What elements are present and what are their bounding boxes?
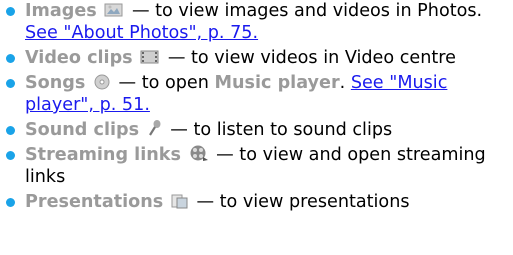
term-images: Images <box>25 1 97 21</box>
list-item-songs: Songs — to open Music player. See "Music… <box>0 72 513 116</box>
term-songs: Songs <box>25 73 86 93</box>
list-item-video-clips: Video clips — to view videos in Video ce… <box>0 47 513 69</box>
bullet-icon <box>6 54 15 63</box>
presentations-icon <box>171 194 188 209</box>
list-item-streaming-links: Streaming links — to view and open strea… <box>0 144 513 188</box>
streaming-links-icon <box>190 145 208 161</box>
term-sound-clips: Sound clips <box>25 120 140 140</box>
bullet-icon <box>6 7 15 16</box>
bullet-list: Images — to view images and videos in Ph… <box>0 0 513 213</box>
term-music-player: Music player <box>214 73 340 93</box>
bullet-icon <box>6 126 15 135</box>
desc-songs-b: . <box>339 73 351 93</box>
images-icon <box>104 3 123 17</box>
sound-clips-icon <box>148 120 161 136</box>
list-item-presentations: Presentations — to view presentations <box>0 191 513 213</box>
term-streaming-links: Streaming links <box>25 145 181 165</box>
desc-video-clips: — to view videos in Video centre <box>167 48 456 68</box>
video-clips-icon <box>140 50 159 64</box>
desc-images: — to view images and videos in Photos. <box>131 1 483 21</box>
term-presentations: Presentations <box>25 192 164 212</box>
bullet-icon <box>6 79 15 88</box>
list-item-sound-clips: Sound clips — to listen to sound clips <box>0 119 513 141</box>
term-video-clips: Video clips <box>25 48 133 68</box>
link-about-photos[interactable]: See "About Photos", p. 75. <box>25 23 258 43</box>
songs-icon <box>94 74 110 90</box>
desc-presentations: — to view presentations <box>196 192 410 212</box>
bullet-icon <box>6 151 15 160</box>
desc-songs-a: — to open <box>118 73 215 93</box>
bullet-icon <box>6 198 15 207</box>
desc-sound-clips: — to listen to sound clips <box>170 120 393 140</box>
list-item-images: Images — to view images and videos in Ph… <box>0 0 513 44</box>
